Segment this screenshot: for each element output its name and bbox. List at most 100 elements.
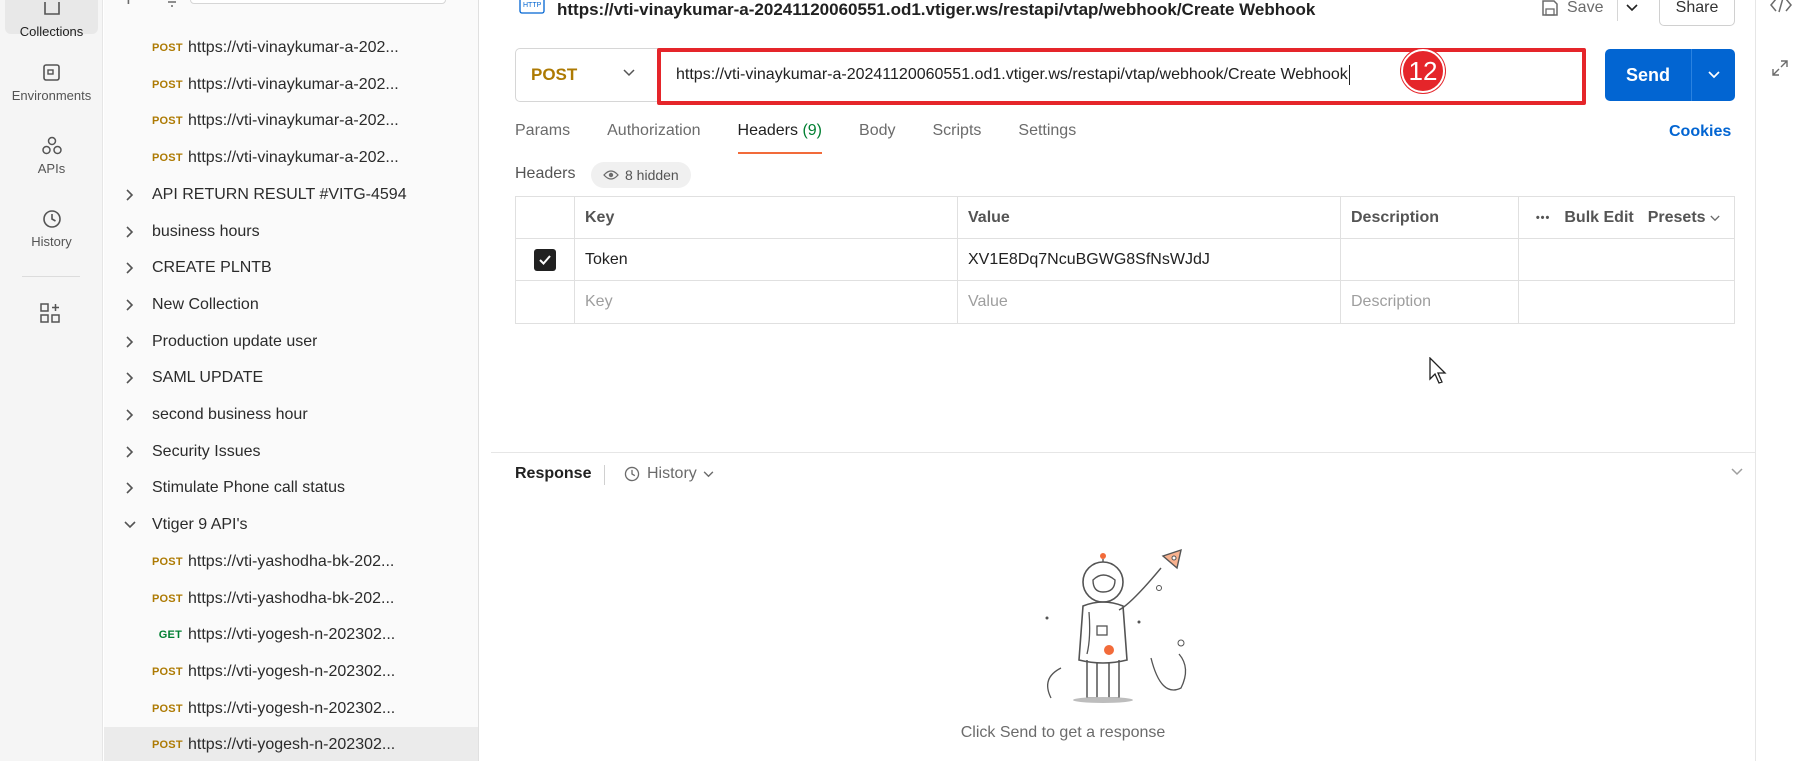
rail-item-collections[interactable]: Collections bbox=[5, 0, 98, 39]
chevron-right-icon[interactable] bbox=[122, 297, 138, 313]
share-button[interactable]: Share bbox=[1659, 0, 1735, 26]
save-button[interactable]: Save bbox=[1541, 0, 1639, 24]
sidebar-folder-item[interactable]: Stimulate Phone call status bbox=[104, 470, 478, 506]
rail-item-history[interactable]: History bbox=[5, 202, 98, 264]
sidebar-request-item[interactable]: POST https://vti-vinaykumar-a-202... bbox=[104, 103, 478, 139]
tab-headers[interactable]: Headers (9) bbox=[737, 122, 823, 154]
response-separator bbox=[604, 465, 605, 485]
new-collection-plus-icon[interactable]: + bbox=[122, 0, 135, 12]
header-enabled-checkbox[interactable] bbox=[516, 239, 575, 280]
chevron-right-icon[interactable] bbox=[122, 407, 138, 423]
sidebar-folder-item[interactable]: SAML UPDATE bbox=[104, 360, 478, 396]
rail-configure-button[interactable] bbox=[39, 302, 61, 328]
sidebar-folder-item[interactable]: Vtiger 9 API's bbox=[104, 507, 478, 543]
rail-item-environments[interactable]: Environments bbox=[5, 56, 98, 118]
new-value-input[interactable]: Value bbox=[958, 281, 1341, 323]
checkbox-checked[interactable] bbox=[534, 248, 556, 271]
more-options-icon[interactable]: ••• bbox=[1536, 212, 1551, 224]
sidebar-item-label: second business hour bbox=[152, 406, 308, 423]
request-method-badge: POST bbox=[152, 78, 183, 91]
filter-icon[interactable] bbox=[164, 0, 180, 8]
sidebar-folder-item[interactable]: Security Issues bbox=[104, 434, 478, 470]
request-title[interactable]: https://vti-vinaykumar-a-20241120060551.… bbox=[557, 0, 1315, 19]
sidebar-request-item[interactable]: POST https://vti-yashodha-bk-202... bbox=[104, 544, 478, 580]
sidebar-request-item[interactable]: POST https://vti-vinaykumar-a-202... bbox=[104, 67, 478, 103]
tab-params[interactable]: Params bbox=[515, 122, 570, 154]
sidebar-request-item[interactable]: POST https://vti-vinaykumar-a-202... bbox=[104, 140, 478, 176]
sidebar-request-item[interactable]: POST https://vti-yogesh-n-202302... bbox=[104, 727, 478, 761]
method-select[interactable]: POST bbox=[515, 48, 658, 102]
sidebar-request-item[interactable]: POST https://vti-yashodha-bk-202... bbox=[104, 581, 478, 617]
bulk-edit-button[interactable]: Bulk Edit bbox=[1564, 209, 1633, 227]
tab-headers-count: (9) bbox=[802, 122, 823, 139]
history-icon bbox=[42, 210, 61, 228]
sidebar-request-item[interactable]: POST https://vti-yogesh-n-202302... bbox=[104, 691, 478, 727]
sidebar-request-item[interactable]: GET https://vti-yogesh-n-202302... bbox=[104, 617, 478, 653]
send-dropdown[interactable] bbox=[1692, 71, 1735, 79]
row-actions-cell bbox=[1519, 239, 1734, 280]
send-button[interactable]: Send bbox=[1605, 49, 1735, 101]
sidebar-item-label: https://vti-yogesh-n-202302... bbox=[188, 736, 396, 754]
headers-section-label: Headers bbox=[515, 165, 576, 182]
rail-label-environments: Environments bbox=[11, 88, 92, 103]
chevron-down-icon[interactable] bbox=[122, 517, 138, 533]
cookies-link[interactable]: Cookies bbox=[1669, 123, 1731, 141]
request-method-badge: POST bbox=[152, 42, 183, 54]
http-request-icon: HTTP bbox=[519, 0, 545, 14]
sidebar-folder-item[interactable]: second business hour bbox=[104, 397, 478, 433]
sidebar-folder-item[interactable]: Production update user bbox=[104, 324, 478, 360]
sidebar-item-label: https://vti-vinaykumar-a-202... bbox=[188, 112, 399, 130]
chevron-right-icon[interactable] bbox=[122, 334, 138, 350]
sidebar-item-label: https://vti-yogesh-n-202302... bbox=[188, 699, 396, 717]
tab-authorization[interactable]: Authorization bbox=[607, 122, 700, 154]
table-row[interactable]: Token XV1E8Dq7NcuBGWG8SfNsWJdJ bbox=[516, 239, 1734, 281]
tab-body[interactable]: Body bbox=[859, 122, 895, 154]
sidebar-search-input[interactable] bbox=[190, 0, 446, 4]
request-method-badge: GET bbox=[158, 629, 182, 642]
sidebar-request-item[interactable]: POST https://vti-yogesh-n-202302... bbox=[104, 654, 478, 690]
step-badge: 12 bbox=[1401, 49, 1445, 93]
response-history-dropdown[interactable]: History bbox=[623, 465, 714, 483]
chevron-right-icon[interactable] bbox=[122, 260, 138, 276]
hidden-headers-toggle[interactable]: 8 hidden bbox=[591, 162, 691, 188]
rail-item-apis[interactable]: APIs bbox=[5, 129, 98, 191]
tab-scripts[interactable]: Scripts bbox=[932, 122, 981, 154]
code-icon[interactable] bbox=[1770, 0, 1792, 14]
sidebar-folder-item[interactable]: business hours bbox=[104, 214, 478, 250]
chevron-down-icon[interactable] bbox=[1626, 4, 1639, 12]
chevron-right-icon[interactable] bbox=[122, 370, 138, 386]
sidebar-request-item[interactable]: POST https://vti-vinaykumar-a-202... bbox=[104, 30, 478, 66]
response-divider[interactable] bbox=[491, 452, 1755, 453]
method-value: POST bbox=[531, 65, 578, 84]
chevron-down-icon bbox=[1707, 71, 1720, 79]
sidebar-item-label: https://vti-vinaykumar-a-202... bbox=[188, 75, 399, 93]
header-key-cell[interactable]: Token bbox=[575, 239, 958, 280]
apis-icon bbox=[41, 136, 62, 155]
header-check-col bbox=[516, 197, 575, 238]
eye-icon bbox=[603, 170, 619, 180]
sidebar-folder-item[interactable]: CREATE PLNTB bbox=[104, 250, 478, 286]
table-actions: ••• Bulk Edit Presets bbox=[1519, 197, 1734, 238]
new-key-input[interactable]: Key bbox=[575, 281, 958, 323]
sidebar-folder-item[interactable]: API RETURN RESULT #VITG-4594 bbox=[104, 177, 478, 213]
new-description-input[interactable]: Description bbox=[1341, 281, 1519, 323]
sidebar-item-label: https://vti-yashodha-bk-202... bbox=[188, 589, 395, 607]
chevron-right-icon[interactable] bbox=[122, 480, 138, 496]
presets-dropdown[interactable]: Presets bbox=[1648, 209, 1720, 227]
header-description-cell[interactable] bbox=[1341, 239, 1519, 280]
sidebar-item-label: business hours bbox=[152, 222, 260, 240]
rail-label-apis: APIs bbox=[37, 161, 66, 176]
chevron-down-icon[interactable] bbox=[1731, 468, 1743, 476]
table-row-empty[interactable]: Key Value Description bbox=[516, 281, 1734, 323]
url-input[interactable]: https://vti-vinaykumar-a-20241120060551.… bbox=[658, 48, 1585, 102]
chevron-right-icon[interactable] bbox=[122, 187, 138, 203]
expand-icon[interactable] bbox=[1772, 60, 1788, 76]
sidebar-folder-item[interactable]: New Collection bbox=[104, 287, 478, 323]
svg-text:HTTP: HTTP bbox=[523, 2, 542, 9]
sidebar-item-label: Stimulate Phone call status bbox=[152, 479, 345, 497]
tab-settings[interactable]: Settings bbox=[1018, 122, 1076, 154]
chevron-right-icon[interactable] bbox=[122, 224, 138, 240]
header-value-cell[interactable]: XV1E8Dq7NcuBGWG8SfNsWJdJ bbox=[958, 239, 1341, 280]
chevron-right-icon[interactable] bbox=[122, 444, 138, 460]
sidebar-more-icon[interactable]: ••• bbox=[458, 0, 476, 2]
